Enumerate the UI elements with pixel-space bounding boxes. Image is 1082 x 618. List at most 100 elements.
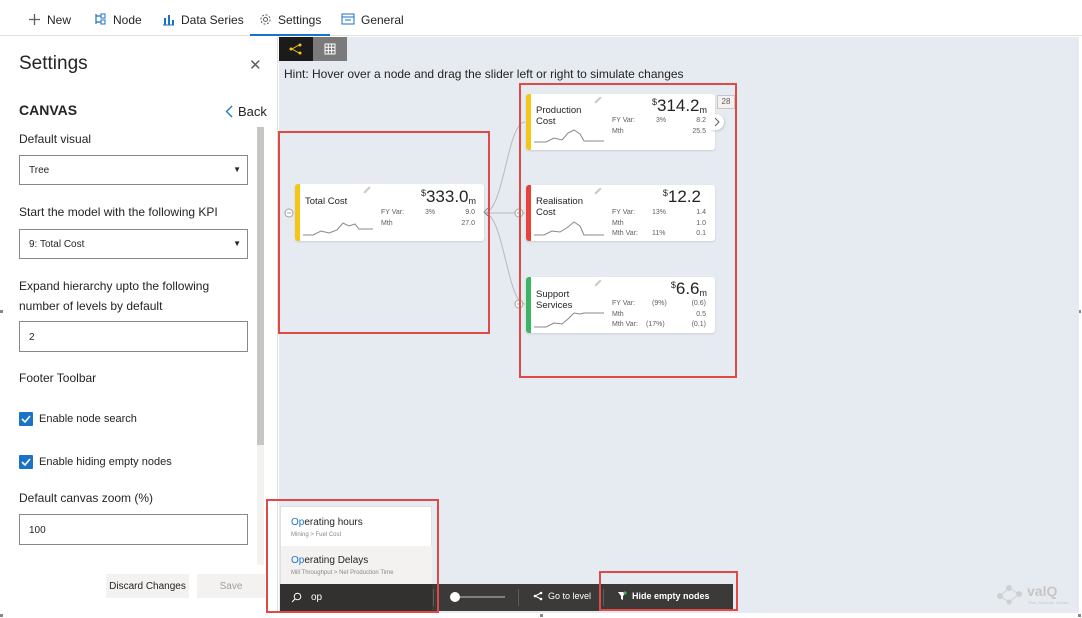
back-label: Back bbox=[238, 104, 267, 119]
corner-dot bbox=[540, 614, 543, 617]
suggestion-item[interactable]: Operating Delays Mill Throughput > Net P… bbox=[281, 546, 432, 584]
kpi-node-total-cost[interactable]: Total Cost $333.0m FY Var: 3% 9.0 Mth 27.0 bbox=[295, 184, 489, 241]
enable-search-checkbox[interactable]: Enable node search bbox=[19, 412, 137, 426]
tab-settings[interactable]: Settings bbox=[250, 8, 330, 36]
value-number: 12.2 bbox=[667, 187, 701, 206]
footer-toolbar-label: Footer Toolbar bbox=[19, 371, 97, 385]
go-to-level-button[interactable]: Go to level bbox=[533, 591, 591, 601]
sparkline bbox=[534, 221, 604, 236]
search-suggestions: Operating hours Mining > Fuel Cost Opera… bbox=[280, 506, 432, 586]
value-unit: m bbox=[468, 196, 477, 206]
metric-value: 8.2 bbox=[696, 117, 706, 124]
discard-changes-button[interactable]: Discard Changes bbox=[106, 574, 189, 598]
zoom-slider[interactable] bbox=[447, 590, 507, 604]
close-icon[interactable]: ✕ bbox=[249, 56, 262, 74]
edit-icon[interactable] bbox=[594, 279, 602, 287]
value-unit: m bbox=[699, 105, 708, 115]
metric-pct: 13% bbox=[652, 209, 667, 216]
metric-row: Mth 1.0 bbox=[612, 220, 706, 229]
metric-label: Mth bbox=[381, 220, 393, 227]
start-kpi-select[interactable]: 9: Total Cost ▼ bbox=[19, 229, 248, 259]
hide-empty-nodes-button[interactable]: Hide empty nodes bbox=[617, 591, 710, 601]
tab-node[interactable]: Node bbox=[94, 8, 142, 36]
edit-icon[interactable] bbox=[594, 187, 602, 195]
metric-row: Mth 25.5 bbox=[612, 128, 706, 137]
panel-scrollbar[interactable] bbox=[257, 127, 264, 445]
metric-value: 0.5 bbox=[696, 311, 706, 318]
metric-pct: 11% bbox=[652, 230, 666, 237]
metric-value: 27.0 bbox=[461, 220, 475, 227]
node-status-bar bbox=[526, 185, 531, 241]
expand-levels-label: Expand hierarchy upto the following numb… bbox=[19, 279, 210, 313]
edit-icon[interactable] bbox=[363, 186, 371, 194]
brand-logo: valQ bbox=[1027, 583, 1058, 599]
checkmark-icon bbox=[19, 455, 33, 469]
panel-title: Settings bbox=[19, 53, 88, 74]
divider bbox=[433, 589, 434, 606]
metric-row: Mth Var: (17%) (0.1) bbox=[612, 321, 706, 330]
zoom-input[interactable]: 100 bbox=[19, 514, 248, 545]
go-to-level-label: Go to level bbox=[548, 591, 592, 601]
expand-levels-input[interactable]: 2 bbox=[19, 321, 248, 352]
value-number: 333.0 bbox=[425, 187, 469, 206]
edit-icon[interactable] bbox=[594, 96, 602, 104]
metric-pct: 3% bbox=[656, 117, 667, 124]
metric-pct: 3% bbox=[425, 209, 436, 216]
tab-label: Node bbox=[113, 13, 142, 27]
metric-label: FY Var: bbox=[612, 300, 636, 307]
checkbox-label: Enable node search bbox=[39, 413, 137, 425]
node-name: Production Cost bbox=[536, 105, 582, 127]
select-value: Tree bbox=[29, 165, 50, 176]
match-text: Op bbox=[291, 555, 305, 566]
kpi-node-realisation-cost[interactable]: Realisation Cost $12.2 FY Var: 13% 1.4 Mth… bbox=[526, 185, 715, 241]
metric-row: Mth 27.0 bbox=[381, 220, 475, 229]
chevron-left-icon bbox=[225, 105, 233, 118]
back-button[interactable]: Back bbox=[225, 104, 267, 119]
tab-general[interactable]: General bbox=[341, 8, 404, 36]
brand-tagline: Plan. Simulate. Decide. bbox=[1028, 600, 1070, 605]
metric-value: (0.1) bbox=[691, 321, 706, 328]
gear-icon bbox=[260, 14, 271, 25]
suggestion-item[interactable]: Operating hours Mining > Fuel Cost bbox=[281, 508, 432, 546]
divider bbox=[518, 589, 519, 606]
metric-value: 25.5 bbox=[692, 128, 706, 135]
node-value: $333.0m bbox=[421, 187, 476, 207]
hide-empty-nodes-label: Hide empty nodes bbox=[632, 591, 710, 601]
plus-icon bbox=[29, 14, 40, 25]
window-icon bbox=[341, 13, 355, 25]
node-name: Total Cost bbox=[305, 196, 348, 207]
node-name: Realisation Cost bbox=[536, 196, 583, 218]
child-count-badge[interactable]: 28 bbox=[717, 95, 735, 109]
tree-icon bbox=[533, 591, 543, 601]
metric-label: Mth bbox=[612, 220, 624, 227]
default-visual-select[interactable]: Tree ▼ bbox=[19, 155, 248, 185]
tab-label: New bbox=[47, 13, 72, 27]
node-search-input[interactable]: op bbox=[291, 592, 322, 603]
dropdown-arrow-icon: ▼ bbox=[233, 239, 241, 248]
collapse-chevron-icon[interactable] bbox=[483, 208, 489, 216]
metric-row: FY Var: 13% 1.4 bbox=[612, 209, 706, 218]
divider bbox=[603, 589, 604, 606]
metric-value: 0.1 bbox=[696, 230, 706, 237]
kpi-node-support-services[interactable]: Support Services $6.6m FY Var: (9%) (0.6) … bbox=[526, 277, 715, 333]
rest-text: erating Delays bbox=[304, 555, 369, 566]
suggestion-path: Mill Throughput > Net Production Time bbox=[291, 570, 394, 576]
metric-label: FY Var: bbox=[612, 117, 636, 124]
section-heading: CANVAS bbox=[19, 102, 78, 118]
metric-label: FY Var: bbox=[381, 209, 405, 216]
metric-label: FY Var: bbox=[612, 209, 636, 216]
save-button[interactable]: Save bbox=[197, 574, 265, 598]
metric-label: Mth bbox=[612, 128, 624, 135]
value-unit: m bbox=[699, 288, 708, 298]
metric-row: FY Var: 3% 9.0 bbox=[381, 209, 475, 218]
node-status-bar bbox=[526, 94, 531, 150]
expand-chevron-icon[interactable] bbox=[710, 114, 724, 130]
tab-label: Settings bbox=[278, 13, 322, 27]
rest-text: erating hours bbox=[304, 517, 363, 528]
select-value: 9: Total Cost bbox=[29, 239, 85, 250]
enable-hiding-checkbox[interactable]: Enable hiding empty nodes bbox=[19, 455, 172, 469]
tab-new[interactable]: New bbox=[28, 8, 71, 36]
scrollbar-track bbox=[257, 445, 264, 565]
kpi-node-production-cost[interactable]: Production Cost $314.2m FY Var: 3% 8.2 Mth… bbox=[526, 94, 715, 150]
tab-data-series[interactable]: Data Series bbox=[162, 8, 244, 36]
